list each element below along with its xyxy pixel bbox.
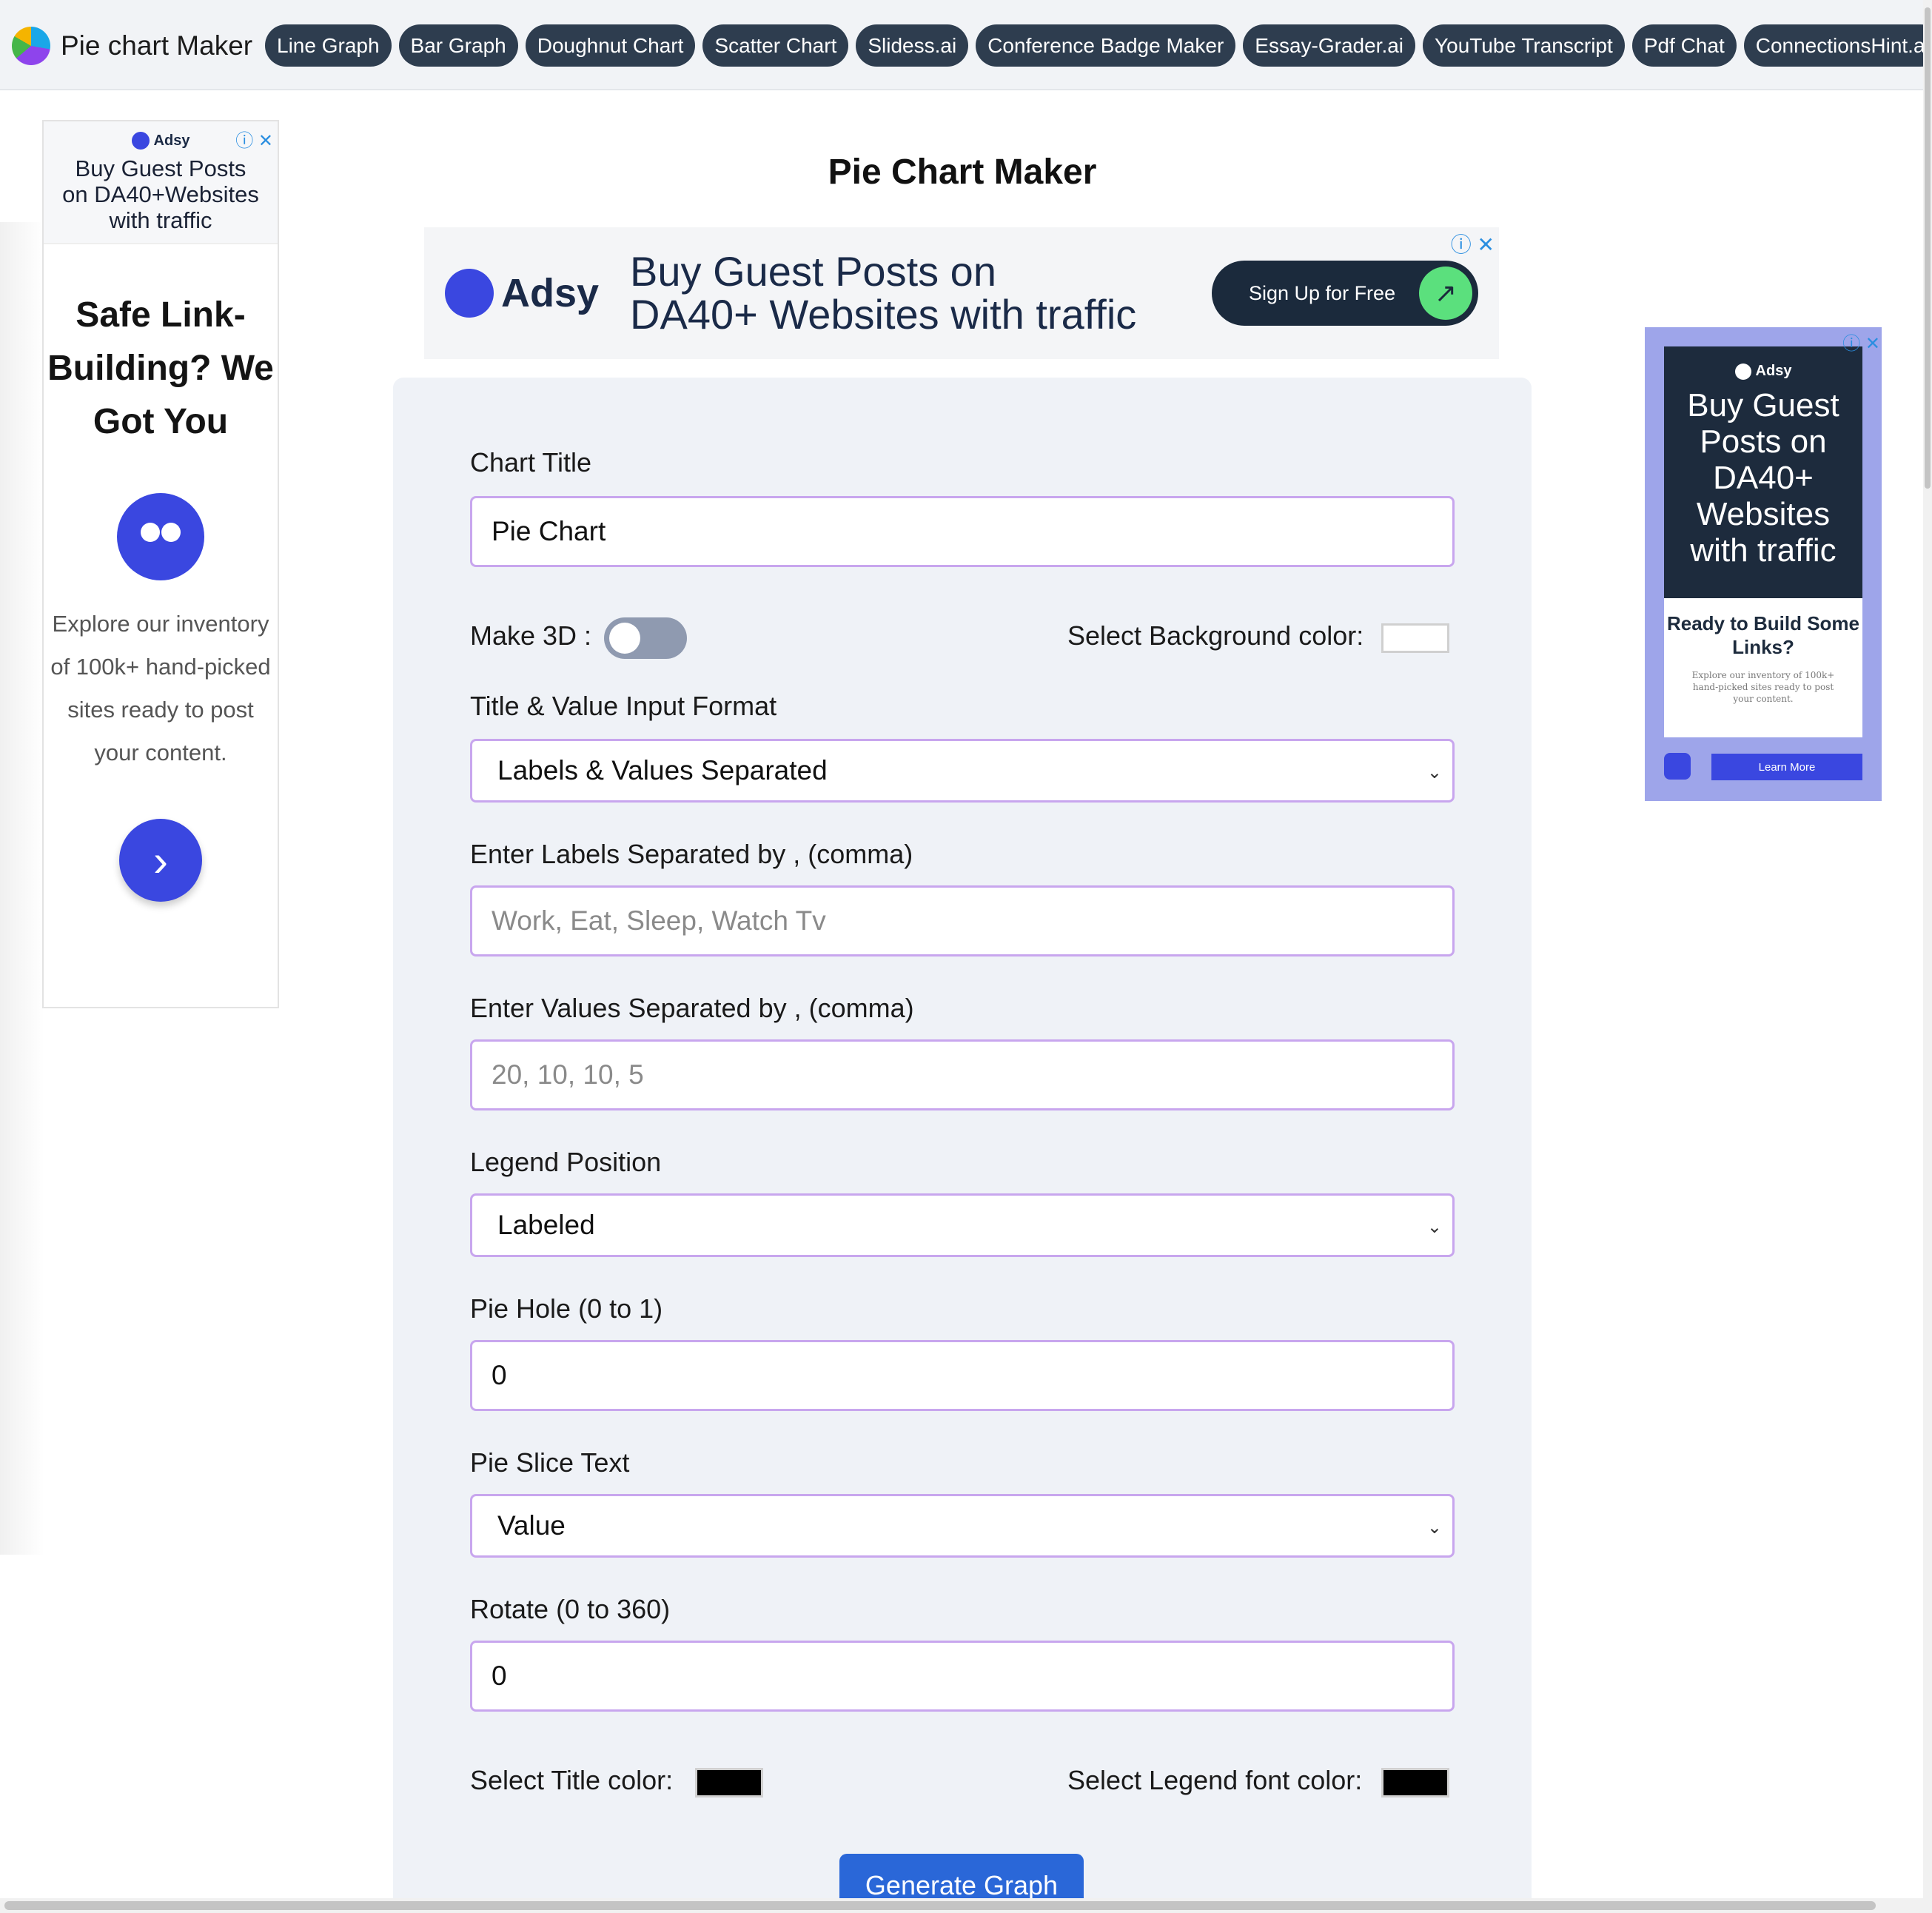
title-color-label: Select Title color: — [470, 1765, 674, 1795]
chevron-down-icon: ⌄ — [1426, 1217, 1442, 1237]
pie-hole-input[interactable]: 0 — [470, 1340, 1455, 1411]
slice-text-label: Pie Slice Text — [470, 1447, 630, 1478]
input-format-label: Title & Value Input Format — [470, 691, 777, 721]
chart-title-label: Chart Title — [470, 447, 592, 478]
legend-position-value: Labeled — [497, 1210, 595, 1240]
nav-link-connectionshint[interactable]: ConnectionsHint.ai — [1743, 24, 1932, 67]
ad-brand: Adsy — [501, 271, 600, 315]
brand-name: Pie chart Maker — [61, 30, 253, 61]
nav-links: Line Graph Bar Graph Doughnut Chart Scat… — [265, 24, 1932, 67]
ad-copy-line: with traffic — [109, 207, 212, 233]
left-shadow — [0, 222, 44, 1555]
ad-close-icon[interactable]: ⓘ ✕ — [235, 126, 273, 152]
ad-brand: Adsy — [153, 132, 190, 149]
slice-text-value: Value — [497, 1510, 566, 1541]
pie-hole-label: Pie Hole (0 to 1) — [470, 1293, 663, 1324]
ad-card-title: Ready to Build Some Links? — [1666, 612, 1860, 658]
banner-ad[interactable]: Adsy Buy Guest Posts on DA40+ Websites w… — [424, 227, 1499, 359]
legend-position-label: Legend Position — [470, 1147, 662, 1177]
left-ad[interactable]: Adsy Buy Guest Posts on DA40+Websites wi… — [42, 120, 279, 1008]
ad-close-icon[interactable]: ⓘ ✕ — [1451, 229, 1495, 258]
chevron-down-icon: ⌄ — [1426, 763, 1442, 783]
input-format-select[interactable]: Labels & Values Separated ⌄ — [470, 739, 1455, 803]
nav-link-line-graph[interactable]: Line Graph — [265, 24, 392, 67]
scrollbar-thumb[interactable] — [1925, 7, 1931, 489]
input-format-value: Labels & Values Separated — [497, 755, 828, 785]
make-3d-label: Make 3D : — [470, 620, 592, 651]
learn-more-button[interactable]: Learn More — [1711, 754, 1862, 780]
owl-icon — [1664, 753, 1691, 780]
adsy-owl-icon — [445, 269, 494, 318]
right-ad[interactable]: Adsy Buy Guest Posts on DA40+ Websites w… — [1645, 327, 1882, 801]
legend-color-picker[interactable] — [1381, 1768, 1449, 1798]
ad-card: Ready to Build Some Links? Explore our i… — [1664, 598, 1862, 737]
top-navbar: Pie chart Maker Line Graph Bar Graph Dou… — [0, 0, 1932, 90]
scrollbar-thumb[interactable] — [4, 1901, 1876, 1910]
vertical-scrollbar[interactable] — [1923, 0, 1932, 1913]
ad-brand: Adsy — [1755, 363, 1792, 379]
nav-link-scatter-chart[interactable]: Scatter Chart — [702, 24, 849, 67]
values-label: Enter Values Separated by , (comma) — [470, 993, 914, 1023]
brand[interactable]: Pie chart Maker — [12, 25, 252, 67]
sign-up-button[interactable]: Sign Up for Free ↗ — [1212, 261, 1478, 326]
nav-link-bar-graph[interactable]: Bar Graph — [398, 24, 518, 67]
make-3d-toggle[interactable] — [604, 617, 687, 659]
toggle-knob — [609, 623, 640, 654]
ad-copy-line: Buy Guest Posts on — [630, 248, 996, 295]
ad-description: Explore our inventory of 100k+ hand-pick… — [50, 611, 271, 765]
chevron-down-icon: ⌄ — [1426, 1518, 1442, 1538]
ad-copy-line: DA40+ Websites with traffic — [630, 291, 1137, 338]
labels-input[interactable]: Work, Eat, Sleep, Watch Tv — [470, 885, 1455, 956]
pie-logo-icon — [12, 27, 50, 65]
values-input[interactable]: 20, 10, 10, 5 — [470, 1039, 1455, 1110]
sign-up-label: Sign Up for Free — [1249, 281, 1396, 304]
chart-title-input[interactable]: Pie Chart — [470, 496, 1455, 567]
nav-link-essay-grader[interactable]: Essay-Grader.ai — [1243, 24, 1416, 67]
nav-link-pdf-chat[interactable]: Pdf Chat — [1631, 24, 1737, 67]
owl-icon — [117, 493, 204, 580]
page: Pie chart Maker Line Graph Bar Graph Dou… — [0, 0, 1932, 1913]
nav-link-slidess[interactable]: Slidess.ai — [856, 24, 969, 67]
slice-text-select[interactable]: Value ⌄ — [470, 1494, 1455, 1558]
chevron-right-icon[interactable]: › — [119, 819, 202, 902]
nav-link-youtube-transcript[interactable]: YouTube Transcript — [1423, 24, 1625, 67]
ad-close-icon[interactable]: ⓘ ✕ — [1842, 329, 1880, 355]
rotate-input[interactable]: 0 — [470, 1641, 1455, 1712]
horizontal-scrollbar[interactable] — [0, 1898, 1932, 1913]
ad-headline: Safe Link-Building? We Got You — [47, 295, 274, 441]
bg-color-label: Select Background color: — [1067, 620, 1364, 651]
rotate-label: Rotate (0 to 360) — [470, 1594, 671, 1624]
adsy-owl-icon — [1734, 363, 1751, 380]
labels-label: Enter Labels Separated by , (comma) — [470, 839, 913, 869]
legend-position-select[interactable]: Labeled ⌄ — [470, 1193, 1455, 1257]
adsy-owl-icon — [131, 132, 150, 150]
ad-card-text: Explore our inventory of 100k+ hand-pick… — [1691, 670, 1835, 704]
bg-color-picker[interactable] — [1381, 623, 1449, 653]
arrow-up-right-icon: ↗ — [1419, 267, 1472, 320]
page-title: Pie Chart Maker — [828, 153, 1097, 192]
nav-link-doughnut-chart[interactable]: Doughnut Chart — [525, 24, 696, 67]
legend-color-label: Select Legend font color: — [1067, 1765, 1363, 1795]
ad-headline: Buy Guest Posts on DA40+ Websites with t… — [1687, 387, 1839, 569]
title-color-picker[interactable] — [695, 1768, 763, 1798]
nav-link-badge-maker[interactable]: Conference Badge Maker — [976, 24, 1236, 67]
